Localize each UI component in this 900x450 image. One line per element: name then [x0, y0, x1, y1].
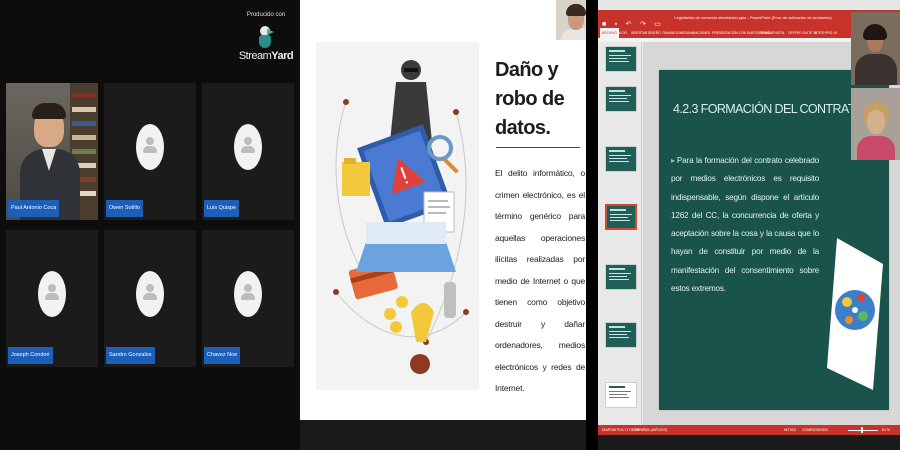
title-divider	[496, 147, 580, 148]
language-indicator[interactable]: ESPAÑOL (MÉXICO)	[634, 425, 667, 435]
slide-body-text: El delito informático, o crimen electrón…	[495, 168, 585, 393]
slide-title: Daño y robo de datos.	[495, 59, 565, 139]
participant-tile[interactable]: Luis Quispe	[202, 83, 294, 220]
comments-button[interactable]: COMENTARIOS	[802, 425, 828, 435]
zoom-level[interactable]: 61 %	[882, 425, 890, 435]
tab-revisar[interactable]: REVISAR	[760, 28, 774, 38]
participant-name: Sandro Gonzales	[106, 347, 155, 364]
participant-tile[interactable]: Paul Antonio Coca	[6, 83, 98, 220]
status-bar: DIAPOSITIVA 17 DE 26 ESPAÑOL (MÉXICO) NO…	[598, 425, 900, 435]
participant-camera-thumbnail[interactable]	[851, 88, 900, 160]
slide-thumbnail[interactable]	[605, 46, 637, 72]
slide-thumbnail-selected[interactable]	[605, 204, 637, 230]
participant-tile[interactable]: Owen Sotillo	[104, 83, 196, 220]
tab-transiciones[interactable]: TRANSICIONES	[662, 28, 687, 38]
screen: Producido con StreamYard Paul Antonio Co…	[0, 0, 900, 450]
tab-nitro[interactable]: NITRO PRO 10	[814, 28, 837, 38]
tab-offpro[interactable]: OFFPRO SUITE 10	[788, 28, 817, 38]
tab-diseno[interactable]: DISEÑO	[648, 28, 661, 38]
cyber-theft-illustration	[316, 42, 479, 390]
streamyard-logo-icon	[258, 26, 274, 48]
screen-bottom-bar	[598, 435, 900, 450]
notes-button[interactable]: NOTAS	[784, 425, 796, 435]
slide-main-title[interactable]: 4.2.3 FORMACIÓN DEL CONTRATO	[673, 102, 864, 116]
slide-thumbnails-pane	[598, 42, 642, 425]
streamyard-branding: Producido con StreamYard	[236, 12, 296, 62]
participant-name: Owen Sotillo	[106, 200, 143, 217]
streamyard-logo-text: StreamYard	[238, 50, 294, 62]
avatar-placeholder-icon	[234, 270, 262, 317]
avatar-placeholder-icon	[136, 123, 164, 170]
zoom-slider-handle[interactable]	[861, 427, 863, 433]
tab-inicio[interactable]: INICIO	[617, 28, 627, 38]
panel-divider	[586, 0, 598, 450]
slide-main-body[interactable]: ▸ Para la formación del contrato celebrad…	[671, 152, 819, 298]
quick-access-toolbar: ■ ▪ ↶ ↷ ▭	[602, 13, 665, 28]
participant-camera-thumbnail[interactable]	[851, 12, 900, 85]
tab-animaciones[interactable]: ANIMACIONES	[687, 28, 710, 38]
tab-insertar[interactable]: INSERTAR	[631, 28, 647, 38]
avatar-placeholder-icon	[234, 123, 262, 170]
zoom-slider[interactable]	[848, 429, 878, 431]
shared-screen-bottom-bar	[300, 420, 586, 450]
tab-vista[interactable]: VISTA	[775, 28, 784, 38]
window-title: Legislación de comercio electrónico.pptx…	[674, 15, 832, 20]
produced-by-label: Producido con	[246, 12, 286, 18]
participant-name: Luis Quispe	[204, 200, 240, 217]
bullet-icon: ▸	[671, 156, 675, 165]
decorative-globe-graphic	[827, 238, 883, 390]
avatar-placeholder-icon	[38, 270, 66, 317]
participant-name: Joseph Condori	[8, 347, 53, 364]
slide-thumbnail[interactable]	[605, 264, 637, 290]
slide-thumbnail[interactable]	[605, 382, 637, 408]
participant-name: Chavez Noe	[204, 347, 241, 364]
streamyard-panel: Producido con StreamYard Paul Antonio Co…	[0, 0, 300, 450]
participant-tile[interactable]: Chavez Noe	[202, 230, 294, 367]
slide-thumbnail[interactable]	[605, 86, 637, 112]
slide-thumbnail[interactable]	[605, 322, 637, 348]
participant-tile[interactable]: Sandro Gonzales	[104, 230, 196, 367]
participant-tile[interactable]: Joseph Condori	[6, 230, 98, 367]
slide-thumbnail[interactable]	[605, 146, 637, 172]
avatar-placeholder-icon	[136, 270, 164, 317]
participant-name: Paul Antonio Coca	[8, 200, 60, 217]
shared-slide: Daño y robo de datos. El delito informát…	[300, 0, 586, 420]
